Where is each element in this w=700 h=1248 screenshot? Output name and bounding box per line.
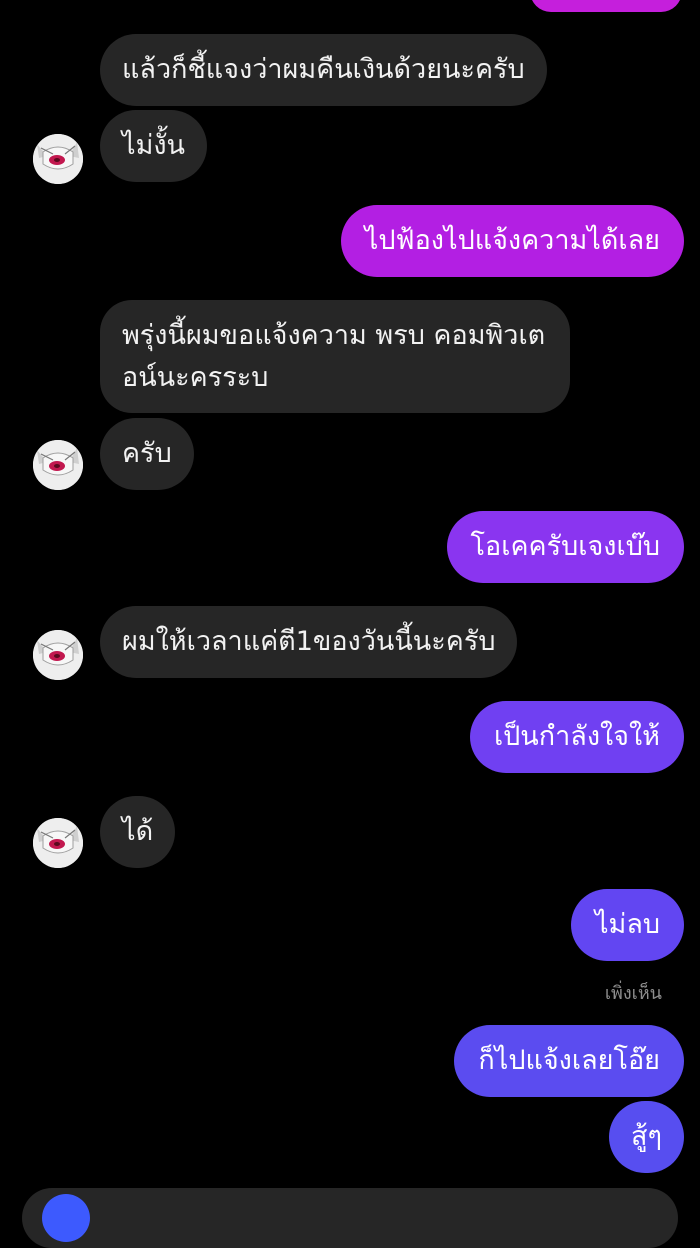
sender-avatar[interactable]	[33, 134, 83, 184]
message-bubble-incoming[interactable]: แล้วก็ชี้แจงว่าผมคืนเงินด้วยนะครับ	[100, 34, 547, 106]
anime-character-avatar-icon	[33, 440, 83, 490]
message-bubble-outgoing[interactable]: ไม่ลบ	[570, 889, 684, 961]
sender-avatar[interactable]	[33, 440, 83, 490]
message-bubble-outgoing[interactable]	[530, 0, 682, 12]
message-bubble-incoming[interactable]: ได้	[100, 796, 176, 868]
anime-character-avatar-icon	[33, 818, 83, 868]
message-bubble-outgoing[interactable]: ก็ไปแจ้งเลยโอ๊ย	[454, 1025, 684, 1097]
message-bubble-incoming[interactable]: พรุ่งนี้ผมขอแจ้งความ พรบ คอมพิวเตอน์นะคร…	[100, 300, 570, 413]
message-bubble-outgoing[interactable]: โอเคครับเจงเบ๊บ	[446, 511, 684, 583]
sender-avatar[interactable]	[33, 630, 83, 680]
message-bubble-incoming[interactable]: ผมให้เวลาแค่ตี1ของวันนี้นะครับ	[100, 606, 518, 678]
camera-icon[interactable]	[42, 1194, 90, 1242]
message-bubble-outgoing[interactable]: เป็นกำลังใจให้	[469, 701, 684, 773]
message-bubble-incoming[interactable]: ไม่งั้น	[100, 110, 208, 182]
message-composer[interactable]	[22, 1188, 678, 1248]
message-bubble-outgoing[interactable]: ไปฟ้องไปแจ้งความได้เลย	[340, 205, 684, 277]
anime-character-avatar-icon	[33, 630, 83, 680]
message-bubble-outgoing[interactable]: สู้ๆ	[609, 1101, 684, 1173]
anime-character-avatar-icon	[33, 134, 83, 184]
sender-avatar[interactable]	[33, 818, 83, 868]
seen-status: เพิ่งเห็น	[604, 983, 662, 1004]
message-bubble-incoming[interactable]: ครับ	[100, 418, 194, 490]
